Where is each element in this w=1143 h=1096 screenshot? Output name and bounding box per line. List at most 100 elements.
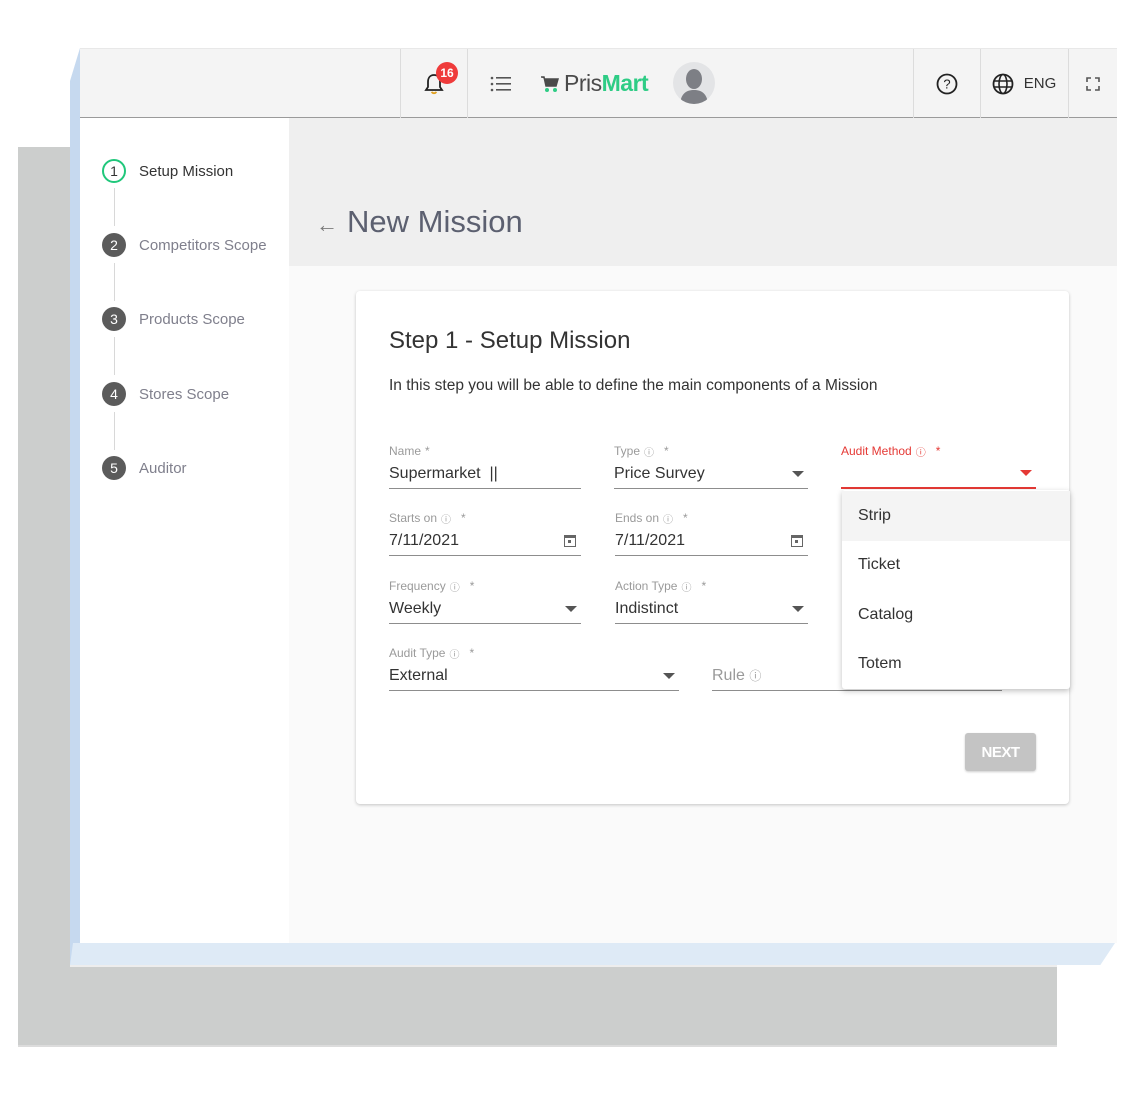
next-button[interactable]: NEXT (965, 733, 1036, 771)
fullscreen-button[interactable] (1068, 49, 1117, 118)
globe-icon (992, 73, 1014, 94)
step-setup-mission[interactable]: 1 Setup Mission (102, 159, 233, 183)
info-icon[interactable]: ⓘ (681, 579, 691, 594)
required-marker: * (469, 646, 475, 660)
back-arrow-icon[interactable]: ← (316, 212, 338, 238)
name-input[interactable]: Supermarket || (389, 459, 581, 489)
page-header: ← New Mission (289, 118, 1117, 266)
header-divider (467, 49, 468, 118)
svg-text:?: ? (943, 76, 950, 91)
audit-type-value: External (389, 666, 448, 684)
name-field[interactable]: Name * Supermarket || (389, 443, 581, 489)
audit-method-label: Audit Method ⓘ * (841, 443, 1036, 459)
required-marker: * (469, 579, 475, 593)
option-totem[interactable]: Totem (842, 640, 1070, 690)
required-marker: * (935, 444, 941, 458)
step-competitors-scope[interactable]: 2 Competitors Scope (102, 233, 267, 257)
action-type-label: Action Type ⓘ * (615, 578, 808, 594)
option-catalog[interactable]: Catalog (842, 590, 1070, 640)
info-icon[interactable]: ⓘ (644, 444, 654, 459)
label-text: Audit Type (389, 646, 446, 660)
frequency-select[interactable]: Frequency ⓘ * Weekly (389, 578, 581, 624)
step-number: 2 (102, 233, 126, 257)
required-marker: * (461, 511, 466, 525)
caret-down-icon (792, 470, 804, 477)
audit-method-dropdown[interactable] (841, 459, 1036, 489)
step-title: Step 1 - Setup Mission (389, 327, 631, 354)
info-icon[interactable]: ⓘ (449, 646, 459, 661)
app-window: 16 PrisMart ? ENG 1 Setup Mission 2 Comp… (80, 48, 1117, 943)
step-number: 1 (102, 159, 126, 183)
info-icon[interactable]: ⓘ (916, 444, 926, 459)
required-marker: * (683, 511, 688, 525)
type-dropdown[interactable]: Price Survey (614, 459, 808, 489)
frequency-dropdown[interactable]: Weekly (389, 594, 581, 624)
action-type-dropdown[interactable]: Indistinct (615, 594, 808, 624)
help-circle-icon: ? (936, 73, 958, 94)
step-label: Products Scope (139, 310, 245, 328)
info-icon[interactable]: ⓘ (749, 669, 761, 683)
name-value: Supermarket || (389, 464, 498, 482)
screenshot-stage: 16 PrisMart ? ENG 1 Setup Mission 2 Comp… (0, 0, 1143, 1096)
info-icon[interactable]: ⓘ (663, 511, 673, 526)
rule-placeholder: Rule ⓘ (712, 667, 761, 685)
step-connector (114, 188, 115, 226)
step-connector (114, 412, 115, 450)
audit-method-select[interactable]: Audit Method ⓘ * (841, 443, 1036, 489)
ends-on-input[interactable]: 7/11/2021 (615, 526, 808, 556)
ends-on-field[interactable]: Ends on ⓘ * 7/11/2021 (615, 510, 808, 556)
stepper-sidebar: 1 Setup Mission 2 Competitors Scope 3 Pr… (80, 118, 289, 943)
language-label: ENG (1023, 75, 1057, 92)
starts-on-field[interactable]: Starts on ⓘ * 7/11/2021 (389, 510, 581, 556)
menu-button[interactable] (480, 49, 522, 118)
action-type-select[interactable]: Action Type ⓘ * Indistinct (615, 578, 808, 624)
step-products-scope[interactable]: 3 Products Scope (102, 307, 245, 331)
audit-type-label: Audit Type ⓘ * (389, 645, 679, 661)
option-ticket[interactable]: Ticket (842, 541, 1070, 591)
caret-down-icon (792, 605, 804, 612)
starts-on-value: 7/11/2021 (389, 531, 459, 549)
step-label: Setup Mission (139, 162, 234, 180)
info-icon[interactable]: ⓘ (441, 511, 451, 526)
help-button[interactable]: ? (914, 49, 980, 118)
page-title: New Mission (347, 204, 523, 239)
starts-on-input[interactable]: 7/11/2021 (389, 526, 581, 556)
step-stores-scope[interactable]: 4 Stores Scope (102, 382, 229, 406)
notifications-button[interactable]: 16 (401, 49, 467, 118)
calendar-icon[interactable] (791, 534, 803, 547)
step-label: Stores Scope (139, 385, 230, 403)
step-number: 5 (102, 456, 126, 480)
info-icon[interactable]: ⓘ (450, 579, 460, 594)
fullscreen-icon (1085, 76, 1100, 91)
step-label: Auditor (139, 459, 187, 477)
window-edge-left (70, 48, 80, 965)
step-number: 3 (102, 307, 126, 331)
cart-icon (541, 75, 559, 92)
label-text: Type (614, 444, 641, 458)
step-auditor[interactable]: 5 Auditor (102, 456, 187, 480)
required-marker: * (664, 444, 669, 458)
brand-logo[interactable]: PrisMart (540, 49, 670, 118)
required-marker: * (425, 444, 430, 458)
label-text: Audit Method (841, 444, 912, 458)
calendar-icon[interactable] (564, 534, 576, 547)
frequency-label: Frequency ⓘ * (389, 578, 581, 594)
required-marker: * (701, 579, 707, 593)
step-number: 4 (102, 382, 126, 406)
user-silhouette-icon (680, 69, 708, 104)
language-selector[interactable]: ENG (980, 49, 1068, 118)
label-text: Ends on (615, 511, 660, 525)
user-avatar[interactable] (673, 62, 715, 104)
type-label: Type ⓘ * (614, 443, 808, 459)
type-select[interactable]: Type ⓘ * Price Survey (614, 443, 808, 489)
audit-type-dropdown[interactable]: External (389, 661, 679, 691)
action-type-value: Indistinct (615, 599, 679, 617)
label-text: Action Type (615, 579, 678, 593)
name-label: Name * (389, 443, 581, 459)
option-strip[interactable]: Strip (842, 491, 1070, 541)
caret-down-icon (565, 605, 577, 612)
frequency-value: Weekly (389, 599, 442, 617)
step-connector (114, 337, 115, 375)
step-label: Competitors Scope (139, 236, 267, 254)
audit-type-select[interactable]: Audit Type ⓘ * External (389, 645, 679, 691)
